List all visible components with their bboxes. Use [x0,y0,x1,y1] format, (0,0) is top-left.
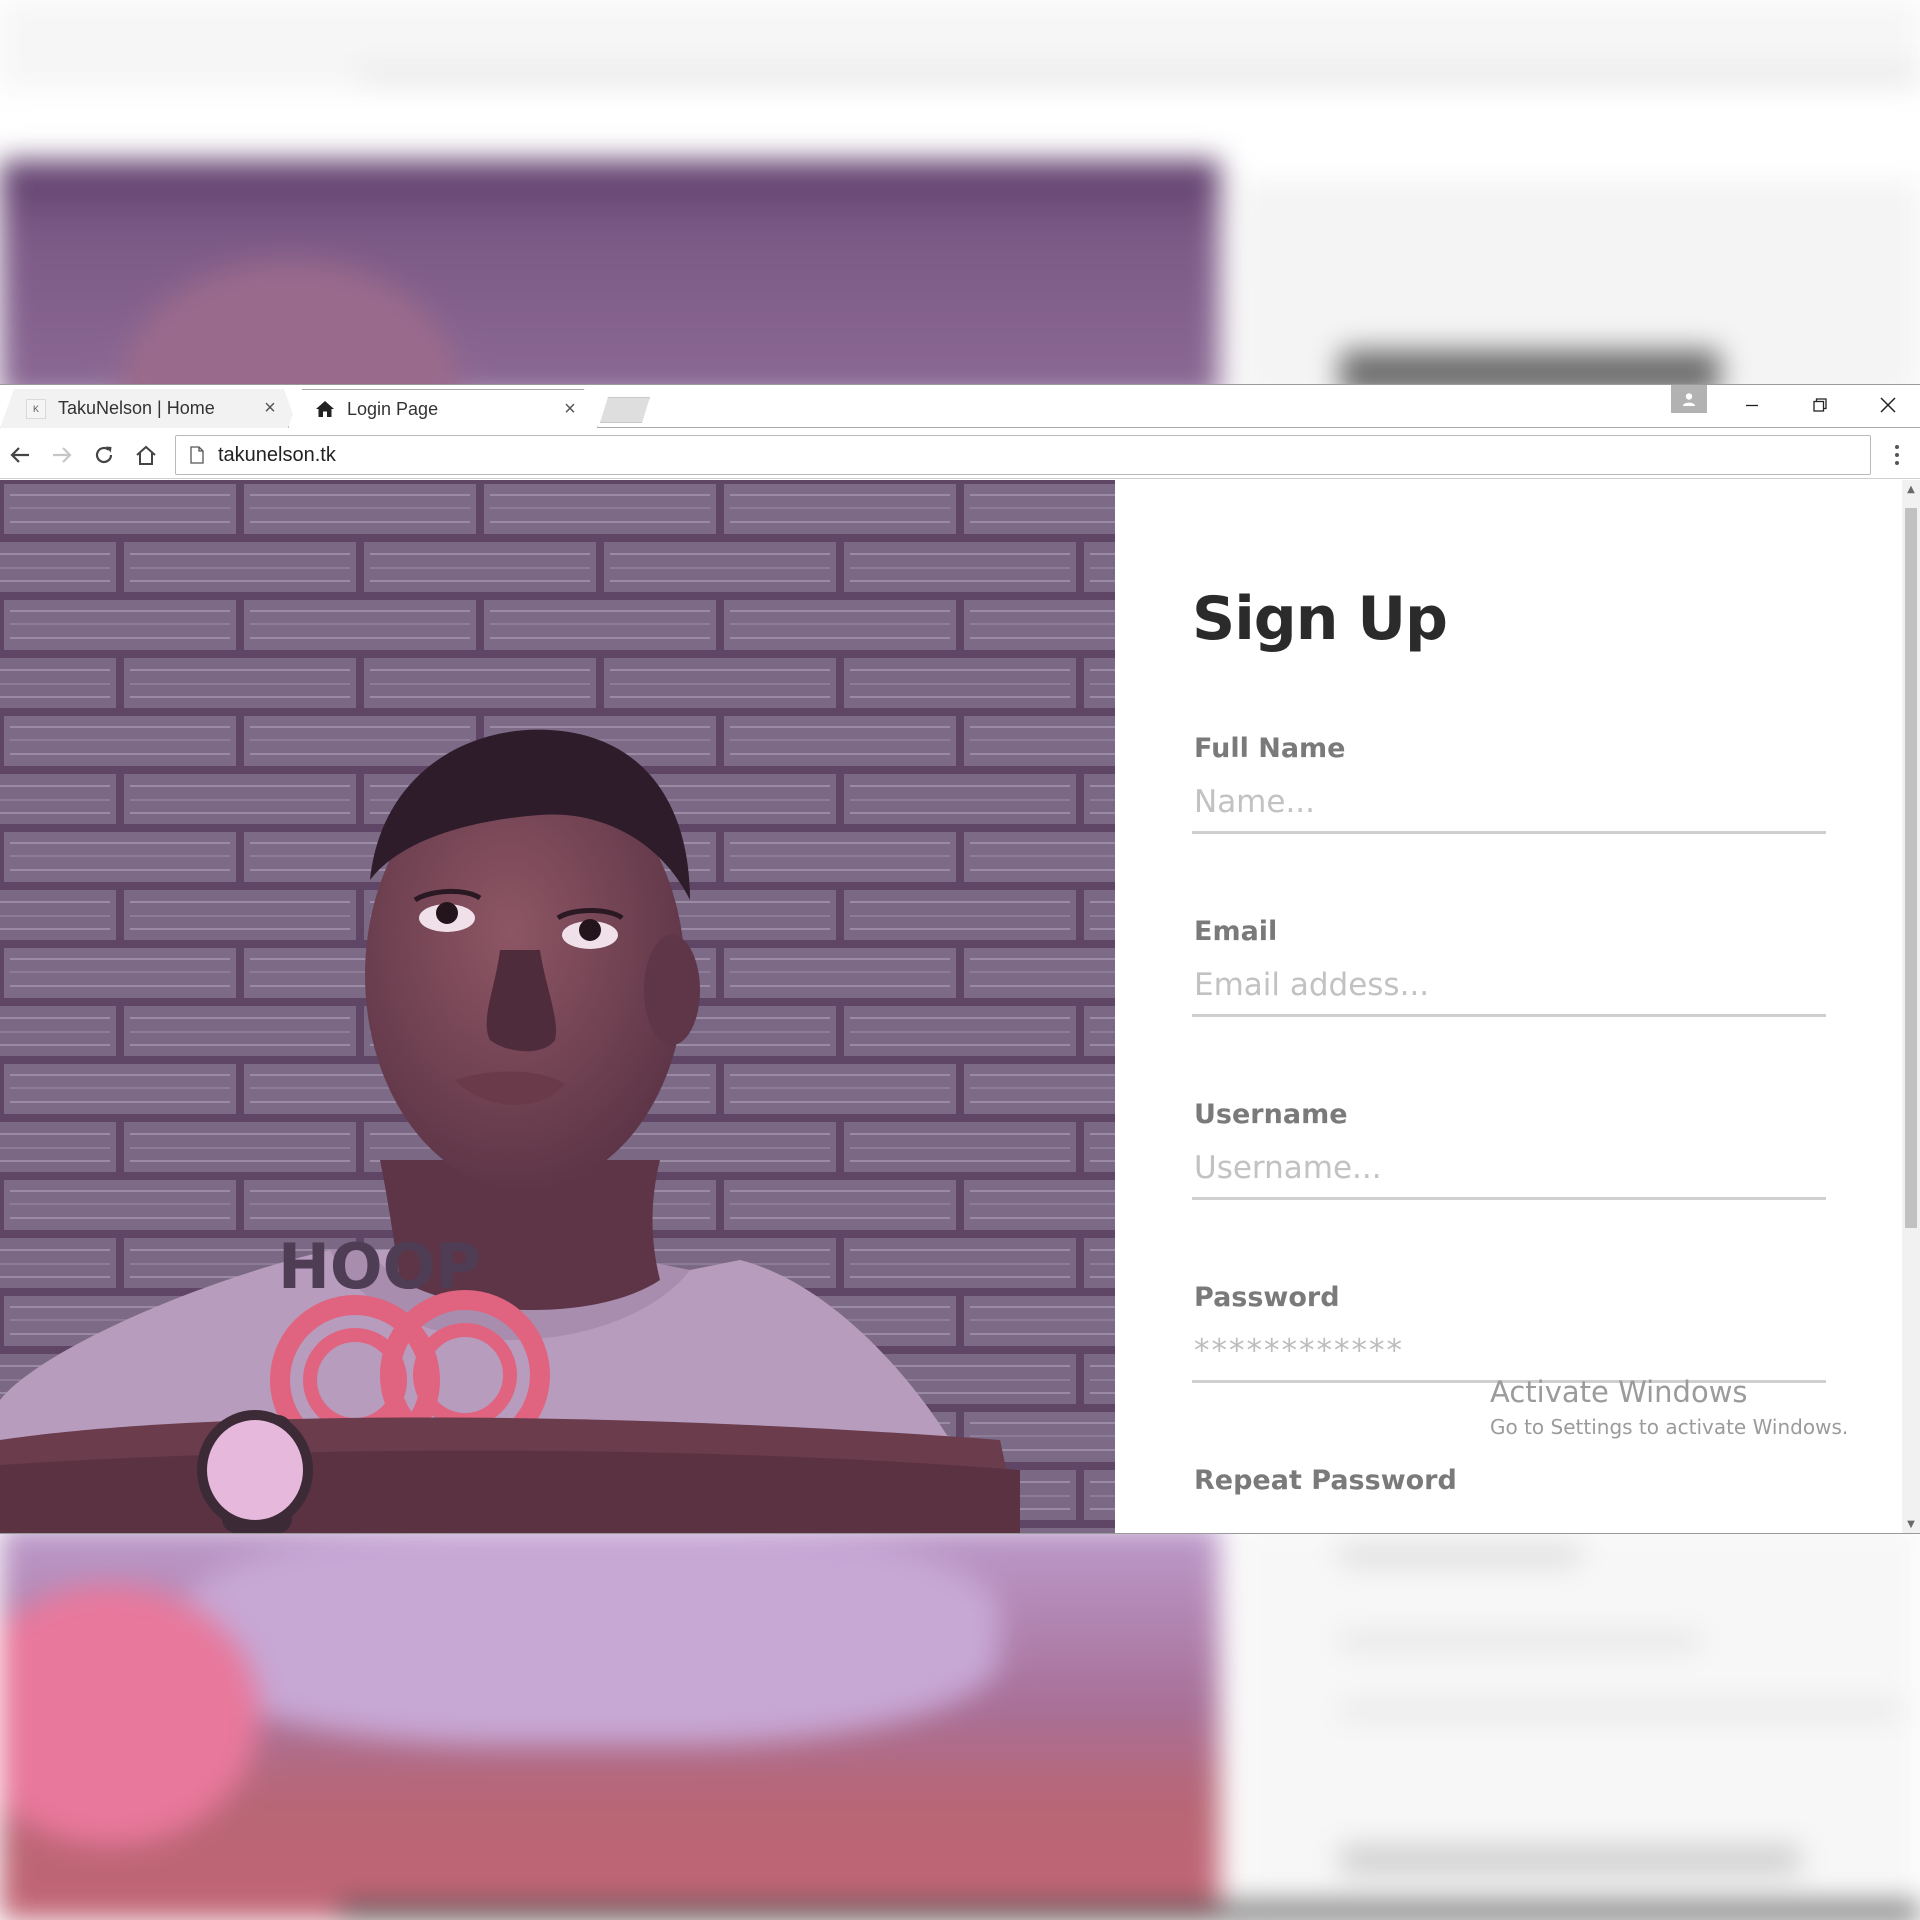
scroll-down-arrow-icon[interactable]: ▼ [1902,1515,1920,1533]
profile-photo: HOOP [0,480,1115,1533]
blurred-text-line [1340,1705,1900,1715]
tab-close-icon[interactable]: × [261,397,279,419]
page-icon [190,446,204,464]
activate-windows-watermark: Activate Windows Go to Settings to activ… [1490,1375,1848,1439]
blurred-panel-bottom [1240,1525,1920,1920]
browser-toolbar: takunelson.tk [0,429,1920,479]
blurred-text-line [1340,1545,1580,1565]
reload-icon[interactable] [88,439,120,471]
new-tab-button[interactable] [600,397,650,423]
repeat-password-field: Repeat Password [1192,1465,1826,1496]
blurred-text-line [1340,1635,1700,1647]
blurred-shirt [180,1525,1000,1745]
url-text: takunelson.tk [218,443,336,466]
email-label: Email [1194,916,1278,947]
repeat-password-label: Repeat Password [1194,1465,1457,1496]
address-bar[interactable]: takunelson.tk [175,435,1871,475]
username-input[interactable] [1192,1138,1826,1200]
scroll-up-arrow-icon[interactable]: ▲ [1902,480,1920,498]
tab-home[interactable]: K TakuNelson | Home × [0,389,298,428]
home-icon [315,399,335,419]
tab-login-page[interactable]: Login Page × [288,389,598,428]
home-button-icon[interactable] [130,439,162,471]
blurred-bottom-bar [340,1905,1920,1920]
password-input[interactable] [1192,1321,1826,1383]
tab-close-icon[interactable]: × [561,398,579,420]
minimize-icon[interactable] [1724,385,1780,425]
tab-title: Login Page [347,398,439,419]
forward-arrow-icon[interactable] [46,439,78,471]
vertical-scrollbar[interactable]: ▲ ▼ [1902,480,1920,1533]
profile-icon[interactable] [1671,385,1707,413]
close-window-icon[interactable] [1860,385,1916,425]
page-viewport: HOOP Sign Up Full Name E [0,480,1920,1533]
full-name-field: Full Name [1192,733,1826,834]
email-input[interactable] [1192,955,1826,1017]
back-arrow-icon[interactable] [4,439,36,471]
restore-icon[interactable] [1792,385,1848,425]
profile-photo-illustration: HOOP [0,480,1115,1533]
menu-kebab-icon[interactable] [1882,439,1912,471]
tab-strip: K TakuNelson | Home × Login Page × [0,385,1920,428]
watermark-subtitle: Go to Settings to activate Windows. [1490,1415,1849,1439]
username-field: Username [1192,1099,1826,1200]
watermark-title: Activate Windows [1490,1375,1748,1409]
blurred-text-line [1340,1845,1800,1875]
k-logo-icon: K [26,398,46,419]
browser-window: K TakuNelson | Home × Login Page × takun… [0,385,1920,1533]
signup-title: Sign Up [1192,584,1448,654]
email-field: Email [1192,916,1826,1017]
full-name-label: Full Name [1194,733,1346,764]
tab-title: TakuNelson | Home [58,398,215,418]
blurred-photo-bottom [0,1525,1220,1920]
password-field: Password [1192,1282,1826,1383]
blurred-photo-top [0,160,1220,520]
full-name-input[interactable] [1192,772,1826,834]
blurred-address-strip [360,68,1920,82]
username-label: Username [1194,1099,1348,1130]
scroll-thumb[interactable] [1905,508,1917,1228]
password-label: Password [1194,1282,1340,1313]
